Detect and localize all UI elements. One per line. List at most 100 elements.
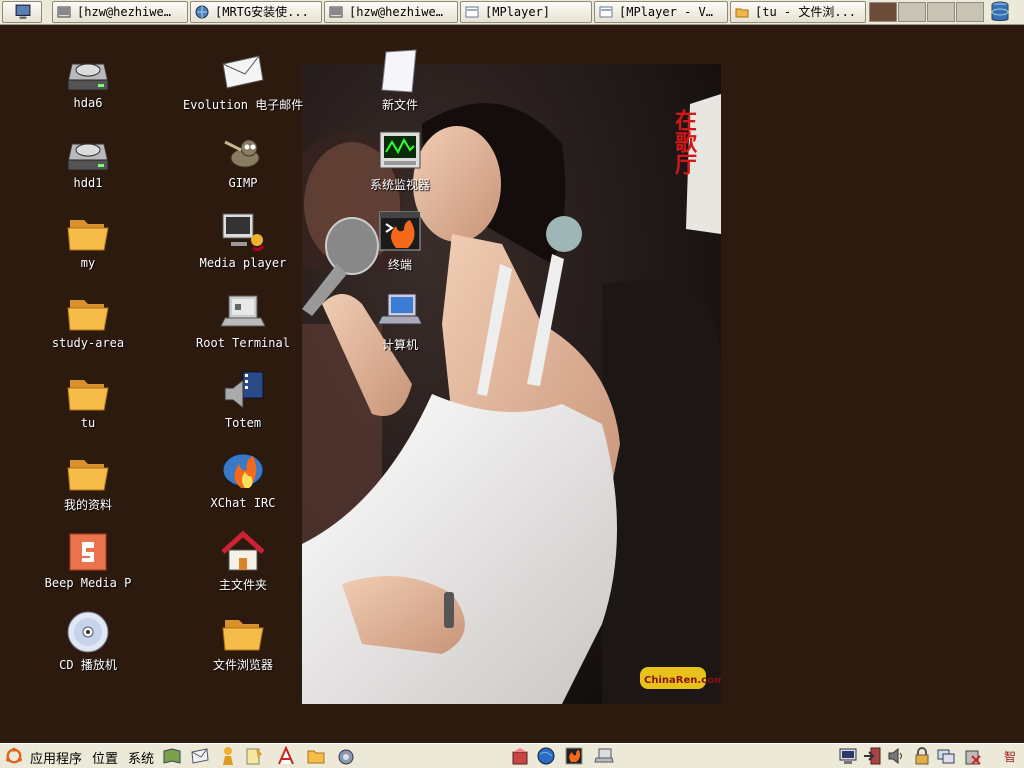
beep-media-player-icon <box>69 533 107 571</box>
desktop-icon-xchat-irc[interactable]: XChat IRC <box>183 448 303 526</box>
web-browser-icon[interactable] <box>536 746 556 766</box>
task-window-label: [MRTG安装使... <box>215 5 309 19</box>
desktop-icon-study-area[interactable]: study-area <box>28 288 148 366</box>
desktop-icon-cd-player[interactable]: CD 播放机 <box>28 608 148 686</box>
browser-globe-icon <box>195 5 209 19</box>
desktop-icon-label: 新文件 <box>381 98 418 112</box>
laptop-launcher-icon[interactable] <box>594 746 614 766</box>
applications-menu[interactable]: 应用程序 <box>30 748 82 767</box>
desktop-icon-evolution-email[interactable]: Evolution 电子邮件 <box>183 48 303 126</box>
desktop-icon-beep-media-player[interactable]: Beep Media P <box>28 528 148 606</box>
folder-icon <box>67 380 109 411</box>
desktop-icon-label: my <box>80 256 96 270</box>
folder-launcher-icon[interactable] <box>306 746 326 766</box>
ubuntu-logo-icon <box>6 747 22 764</box>
desktop-icon-label: 终端 <box>387 258 412 272</box>
desktop-icon-label: 文件浏览器 <box>212 658 273 672</box>
folder-icon <box>67 220 109 251</box>
workspace-3[interactable] <box>927 2 955 22</box>
desktop-icon-totem[interactable]: Totem <box>183 368 303 446</box>
folder-icon <box>735 8 749 18</box>
package-icon[interactable] <box>510 746 530 766</box>
desktop-icon-home-folder[interactable]: 主文件夹 <box>183 528 303 606</box>
show-desktop-button[interactable] <box>2 1 42 23</box>
show-desktop-icon <box>15 4 31 19</box>
desktop-icon-tu[interactable]: tu <box>28 368 148 446</box>
task-window-3[interactable]: [hzw@hezhiwe… <box>324 1 458 23</box>
task-window-label: [tu - 文件浏... <box>755 5 857 19</box>
desktop-icon-root-terminal[interactable]: Root Terminal <box>183 288 303 366</box>
terminal-icon <box>329 6 343 18</box>
bottom-panel: 应用程序 位置 系统 智 <box>0 743 1024 768</box>
speaker-film-icon <box>224 371 264 410</box>
laptop-terminal-icon <box>220 295 266 327</box>
book-launcher-icon[interactable] <box>162 746 182 766</box>
task-window-6[interactable]: [tu - 文件浏... <box>730 1 866 23</box>
workspace-4[interactable] <box>956 2 984 22</box>
terminal-flame-icon <box>379 211 421 251</box>
desktop-icon-label: study-area <box>51 336 125 350</box>
volume-icon[interactable] <box>886 746 906 766</box>
email-launcher-icon[interactable] <box>190 746 210 766</box>
desktop-icon-gimp[interactable]: GIMP <box>183 128 303 206</box>
places-menu[interactable]: 位置 <box>92 748 118 767</box>
desktop-icon-label: 主文件夹 <box>218 578 267 592</box>
desktop-icon-media-player[interactable]: Media player <box>183 208 303 286</box>
desktop-icon-label: Beep Media P <box>44 576 132 590</box>
terminal-launcher-icon[interactable] <box>564 746 584 766</box>
xchat-flame-icon <box>222 453 264 488</box>
mplayer-icon <box>465 6 479 18</box>
blank-document-icon <box>381 49 417 93</box>
desktop-icon-new-file[interactable]: 新文件 <box>340 48 460 126</box>
cd-disc-icon <box>67 611 109 653</box>
folder-icon <box>67 460 109 491</box>
system-menu[interactable]: 系统 <box>128 748 154 767</box>
desktop-icon-my[interactable]: my <box>28 208 148 286</box>
workspace-1[interactable] <box>869 2 897 22</box>
gimp-wilber-icon <box>224 139 260 168</box>
task-window-4[interactable]: [MPlayer] <box>460 1 592 23</box>
task-window-5[interactable]: [MPlayer - V… <box>594 1 728 23</box>
pdf-launcher-icon[interactable] <box>276 746 296 766</box>
task-window-1[interactable]: [hzw@hezhiwe… <box>52 1 188 23</box>
task-window-label: [hzw@hezhiwe… <box>77 5 171 19</box>
desktop-icon-label: XChat IRC <box>210 496 276 510</box>
computer-laptop-icon <box>377 293 423 325</box>
desktop-icon-label: hda6 <box>73 96 103 110</box>
desktop-icon-terminal[interactable]: 终端 <box>340 208 460 286</box>
desktop-icon-my-documents[interactable]: 我的资料 <box>28 448 148 526</box>
desktop-icon-label: hdd1 <box>73 176 103 190</box>
trash-icon[interactable] <box>962 746 982 766</box>
task-window-2[interactable]: [MRTG安装使... <box>190 1 322 23</box>
windows-switch-icon[interactable] <box>936 746 956 766</box>
desktop-icon-label: 系统监视器 <box>369 178 430 192</box>
wallpaper-caption: 在歌厅 <box>671 108 697 176</box>
notes-launcher-icon[interactable] <box>244 746 264 766</box>
folder-icon <box>67 300 109 331</box>
terminal-icon <box>57 6 71 18</box>
network-monitor-icon[interactable] <box>838 746 858 766</box>
workspace-2[interactable] <box>898 2 926 22</box>
folder-icon <box>222 620 264 651</box>
logout-icon[interactable] <box>862 746 882 766</box>
task-window-label: [MPlayer - V… <box>619 5 713 19</box>
lock-icon[interactable] <box>912 746 932 766</box>
database-icon[interactable] <box>990 1 1010 23</box>
desktop-icon-system-monitor[interactable]: 系统监视器 <box>340 128 460 206</box>
hard-drive-icon <box>67 143 109 171</box>
wallpaper-watermark: ChinaRen.com <box>644 675 721 686</box>
desktop-icon-label: Evolution 电子邮件 <box>183 98 304 112</box>
home-icon <box>221 530 265 571</box>
desktop-icon-label: Media player <box>199 256 287 270</box>
settings-launcher-icon[interactable] <box>336 746 356 766</box>
desktop-icon-label: CD 播放机 <box>59 658 117 672</box>
desktop-icon-file-browser[interactable]: 文件浏览器 <box>183 608 303 686</box>
desktop-icon-label: Root Terminal <box>196 336 290 350</box>
desktop-icon-computer[interactable]: 计算机 <box>340 288 460 366</box>
media-player-icon <box>222 213 265 252</box>
input-method-indicator[interactable]: 智 <box>1004 748 1016 765</box>
task-window-label: [hzw@hezhiwe… <box>349 5 443 19</box>
person-launcher-icon[interactable] <box>218 746 238 766</box>
desktop-icon-hdd1[interactable]: hdd1 <box>28 128 148 206</box>
desktop-icon-hda6[interactable]: hda6 <box>28 48 148 126</box>
